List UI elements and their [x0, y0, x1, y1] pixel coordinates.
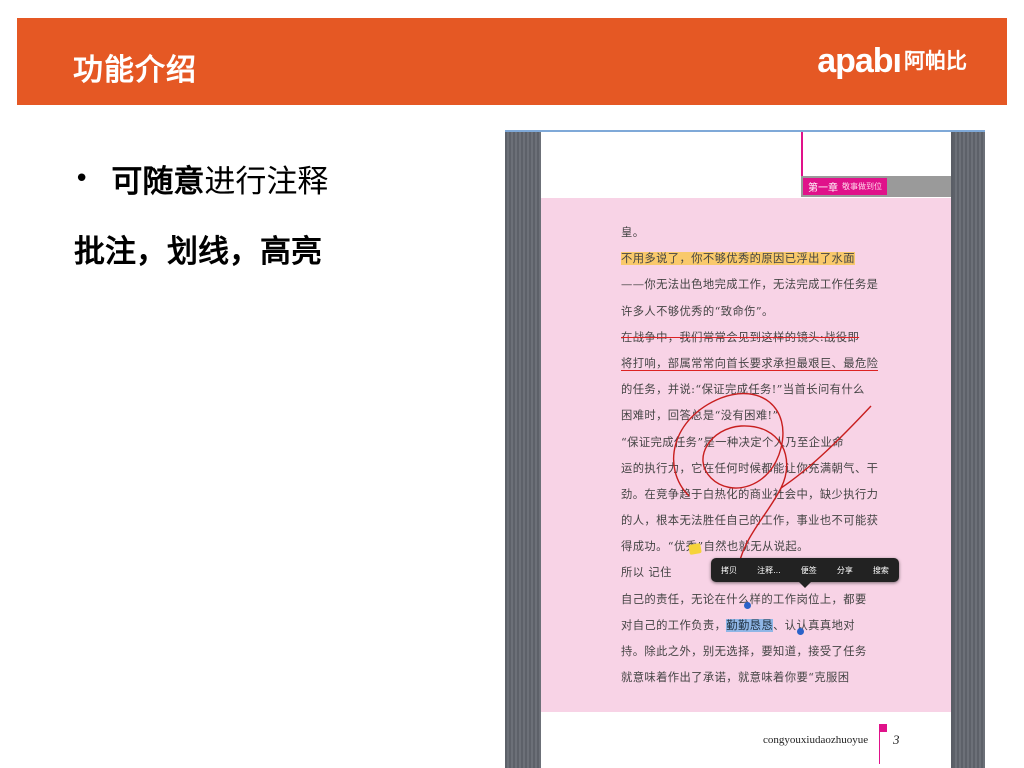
page-number: 3 [893, 732, 900, 747]
feature-line-2: 批注，划线，高亮 [74, 234, 322, 270]
menu-annotate[interactable]: 注释... [753, 565, 785, 576]
reader-screenshot: 第一章 敬事做到位 皇。 不用多说了，你不够优秀的原因已浮出了水面 ——你无法出… [505, 130, 985, 768]
text-line[interactable]: 的人，根本无法胜任自己的工作，事业也不可能获 [621, 508, 893, 534]
text-line[interactable]: “保证完成任务”是一种决定个人乃至企业命 [621, 430, 893, 456]
popup-arrow [799, 582, 811, 588]
chapter-label: 第一章 [808, 183, 838, 194]
text-line[interactable]: 皇。 [621, 220, 893, 246]
header-bar: 功能介绍 apabı 阿帕比 [17, 18, 1007, 105]
selection-handle-end[interactable] [797, 628, 804, 635]
text-line[interactable]: 不用多说了，你不够优秀的原因已浮出了水面 [621, 246, 893, 272]
text-line[interactable]: 就意味着作出了承诺，就意味着你要“克服困 [621, 665, 893, 691]
text-line[interactable]: 对自己的工作负责，勤勤恳恳、认认真真地对 [621, 613, 893, 639]
menu-share[interactable]: 分享 [833, 565, 857, 576]
text-line[interactable]: 许多人不够优秀的“致命伤”。 [621, 299, 893, 325]
feature-bullet: • 可随意 进行注释 [74, 156, 328, 201]
text-line[interactable]: 得成功。“优秀”自然也就无从说起。 [621, 534, 893, 560]
logo-latin-text: apabı [817, 42, 902, 80]
text-lines: 皇。 不用多说了，你不够优秀的原因已浮出了水面 ——你无法出色地完成工作，无法完… [621, 220, 893, 691]
line-head[interactable]: 对自己的工作负责， [621, 619, 726, 632]
feature-rest-text: 进行注释 [204, 164, 329, 200]
book-edge-left [505, 132, 541, 768]
footer-marker [879, 724, 887, 732]
page-title: 功能介绍 [73, 53, 197, 88]
line-tail[interactable]: 、认认真真地对 [773, 619, 855, 632]
text-line[interactable]: 持。除此之外，别无选择，要知道，接受了任务 [621, 639, 893, 665]
feature-strong-text: 可随意 [111, 164, 205, 200]
bullet-icon: • [74, 163, 90, 194]
page-rule [801, 132, 803, 176]
context-menu: 拷贝 注释... 便签 分享 搜索 [711, 558, 899, 588]
underlined-text[interactable]: 将打响，部属常常向首长要求承担最艰巨、最危险 [621, 356, 879, 371]
text-line[interactable]: 的任务，并说:“保证完成任务!”当首长问有什么 [621, 377, 893, 403]
page-footer: congyouxiudaozhuoyue 3 [541, 712, 951, 768]
book-edge-right [953, 132, 985, 768]
text-line[interactable]: 劲。在竞争趋于白热化的商业社会中，缺少执行力 [621, 482, 893, 508]
note-marker-icon[interactable] [688, 543, 702, 555]
footer-title: congyouxiudaozhuoyue [763, 734, 869, 746]
highlighted-text[interactable]: 不用多说了，你不够优秀的原因已浮出了水面 [621, 252, 855, 266]
book-page: 第一章 敬事做到位 皇。 不用多说了，你不够优秀的原因已浮出了水面 ——你无法出… [541, 132, 951, 768]
selection-handle-start[interactable] [744, 602, 751, 609]
text-line[interactable]: 自己的责任，无论在什么样的工作岗位上，都要 [621, 587, 893, 613]
text-line[interactable]: 将打响，部属常常向首长要求承担最艰巨、最危险 [621, 351, 893, 377]
text-line[interactable]: ——你无法出色地完成工作，无法完成工作任务是 [621, 272, 893, 298]
chapter-subtitle: 敬事做到位 [842, 182, 882, 191]
selected-text[interactable]: 勤勤恳恳 [726, 618, 774, 632]
page-body: 皇。 不用多说了，你不够优秀的原因已浮出了水面 ——你无法出色地完成工作，无法完… [541, 198, 951, 712]
menu-copy[interactable]: 拷贝 [717, 565, 741, 576]
menu-note[interactable]: 便签 [797, 565, 821, 576]
apabi-logo: apabı 阿帕比 [817, 44, 967, 78]
text-line[interactable]: 运的执行力，它在任何时候都能让你充满朝气、干 [621, 456, 893, 482]
menu-search[interactable]: 搜索 [869, 565, 893, 576]
logo-cn-text: 阿帕比 [904, 49, 967, 73]
text-line[interactable]: 在战争中，我们常常会见到这样的镜头:战役即 [621, 325, 893, 351]
text-line[interactable]: 困难时，回答总是“没有困难!” [621, 403, 893, 429]
strikethrough-text[interactable]: 在战争中，我们常常会见到这样的镜头:战役即 [621, 331, 859, 344]
chapter-tag: 第一章 敬事做到位 [803, 178, 887, 195]
